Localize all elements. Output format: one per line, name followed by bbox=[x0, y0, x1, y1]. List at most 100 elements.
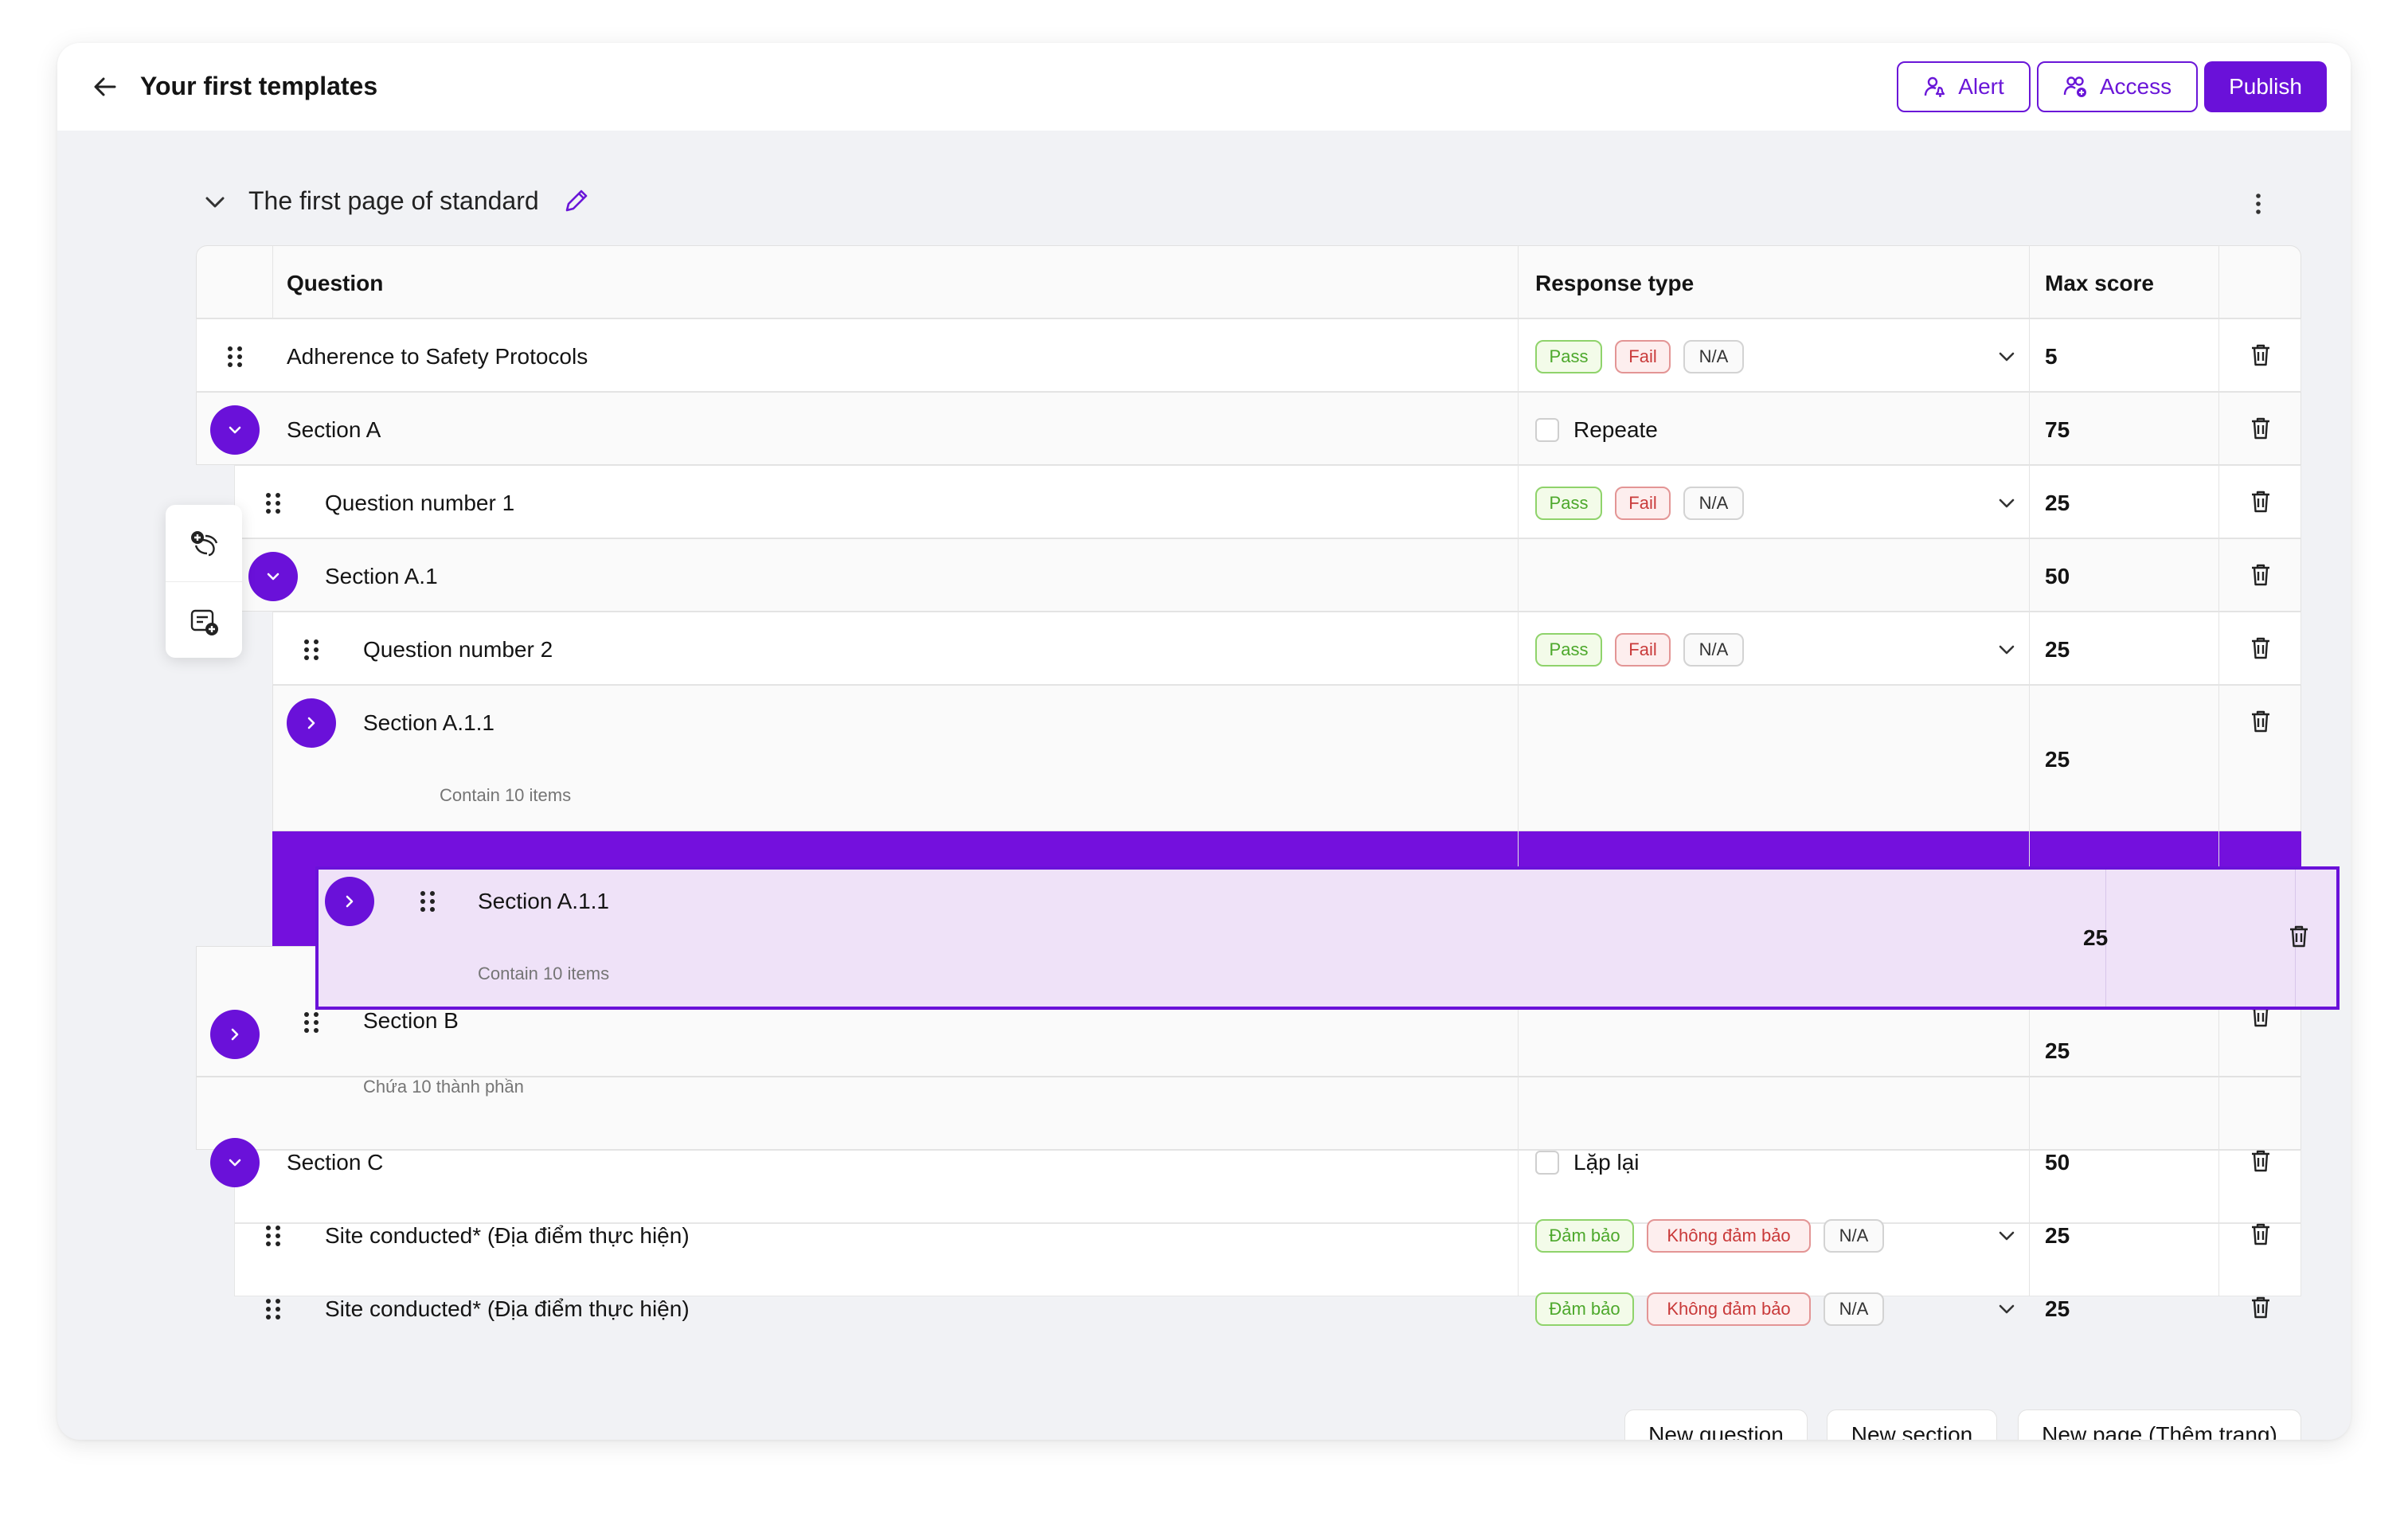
question-label[interactable]: Site conducted* (Địa điểm thực hiện) bbox=[325, 1296, 690, 1322]
drag-handle-icon[interactable] bbox=[263, 1296, 283, 1322]
chevron-down-icon[interactable] bbox=[199, 186, 231, 218]
alert-label: Alert bbox=[1958, 74, 2004, 99]
tag-fail: Không đảm bảo bbox=[1647, 1219, 1811, 1253]
chevron-down-icon[interactable] bbox=[1996, 492, 2018, 514]
column-divider bbox=[1518, 245, 1519, 1296]
max-score[interactable]: 50 bbox=[2045, 564, 2070, 589]
question-label[interactable]: Adherence to Safety Protocols bbox=[287, 344, 588, 369]
section-label[interactable]: Section A bbox=[287, 417, 381, 443]
trash-icon[interactable] bbox=[2249, 562, 2273, 588]
drag-handle-icon[interactable] bbox=[301, 637, 322, 663]
trash-icon[interactable] bbox=[2249, 1148, 2273, 1174]
drag-handle-icon[interactable] bbox=[301, 1010, 322, 1035]
chevron-right-icon bbox=[307, 717, 315, 729]
trash-icon[interactable] bbox=[2249, 489, 2273, 514]
access-button[interactable]: Access bbox=[2037, 61, 2198, 112]
new-page-button[interactable]: New page (Thêm trang) bbox=[2018, 1409, 2301, 1440]
column-divider bbox=[2218, 245, 2219, 1296]
section-collapse-button[interactable] bbox=[210, 1138, 260, 1187]
column-divider bbox=[2029, 245, 2030, 1296]
question-label[interactable]: Question number 2 bbox=[363, 637, 553, 663]
chevron-down-icon bbox=[229, 426, 241, 434]
max-score[interactable]: 25 bbox=[2045, 1296, 2070, 1322]
max-score[interactable]: 25 bbox=[2045, 637, 2070, 663]
repeat-label: Lặp lại bbox=[1573, 1150, 1640, 1175]
table-row bbox=[234, 465, 2301, 538]
trash-icon[interactable] bbox=[2249, 1295, 2273, 1320]
max-score[interactable]: 25 bbox=[2045, 1223, 2070, 1249]
tag-pass: Pass bbox=[1535, 633, 1602, 667]
section-collapse-button[interactable] bbox=[248, 552, 298, 601]
section-label[interactable]: Section A.1 bbox=[325, 564, 438, 589]
section-item-count: Contain 10 items bbox=[478, 964, 610, 983]
publish-button[interactable]: Publish bbox=[2204, 61, 2327, 112]
max-score[interactable]: 25 bbox=[2045, 1038, 2070, 1064]
section-row bbox=[234, 538, 2301, 612]
section-label[interactable]: Section C bbox=[287, 1150, 383, 1175]
question-label[interactable]: Site conducted* (Địa điểm thực hiện) bbox=[325, 1223, 690, 1249]
side-toolbar bbox=[166, 505, 242, 658]
tag-pass: Đảm bảo bbox=[1535, 1219, 1634, 1253]
trash-icon[interactable] bbox=[2249, 1222, 2273, 1247]
add-section-icon[interactable] bbox=[190, 607, 220, 637]
tag-na: N/A bbox=[1683, 487, 1744, 520]
tag-na: N/A bbox=[1683, 340, 1744, 373]
repeat-label: Repeate bbox=[1573, 417, 1658, 442]
trash-icon[interactable] bbox=[2287, 924, 2311, 949]
max-score[interactable]: 25 bbox=[2045, 747, 2070, 772]
section-label[interactable]: Section B bbox=[363, 1008, 459, 1034]
new-section-button[interactable]: New section bbox=[1827, 1409, 1997, 1440]
section-row bbox=[272, 685, 2301, 831]
tag-fail: Không đảm bảo bbox=[1647, 1292, 1811, 1326]
section-label: Section A.1.1 bbox=[478, 889, 610, 913]
tag-pass: Đảm bảo bbox=[1535, 1292, 1634, 1326]
max-score[interactable]: 25 bbox=[2045, 491, 2070, 516]
top-bar: Your first templates Alert Access Publis… bbox=[57, 43, 2351, 131]
add-question-icon[interactable] bbox=[188, 529, 220, 559]
section-item-count: Contain 10 items bbox=[440, 785, 572, 805]
tag-fail: Fail bbox=[1615, 340, 1671, 373]
alert-button[interactable]: Alert bbox=[1897, 61, 2031, 112]
section-expand-button[interactable] bbox=[210, 1010, 260, 1059]
chevron-down-icon[interactable] bbox=[1996, 639, 2018, 661]
back-arrow-icon[interactable] bbox=[89, 71, 121, 103]
column-header-response-type: Response type bbox=[1535, 271, 1695, 295]
trash-icon[interactable] bbox=[2249, 342, 2273, 368]
drag-handle-icon[interactable] bbox=[225, 344, 245, 369]
access-label: Access bbox=[2099, 74, 2172, 99]
question-label[interactable]: Question number 1 bbox=[325, 491, 514, 516]
drag-handle-icon[interactable] bbox=[417, 889, 438, 914]
max-score[interactable]: 50 bbox=[2045, 1150, 2070, 1175]
trash-icon[interactable] bbox=[2249, 709, 2273, 734]
chevron-down-icon[interactable] bbox=[1996, 346, 2018, 368]
tag-fail: Fail bbox=[1615, 633, 1671, 667]
trash-icon[interactable] bbox=[2249, 416, 2273, 441]
trash-icon[interactable] bbox=[2249, 635, 2273, 661]
section-row bbox=[196, 392, 2301, 465]
kebab-icon[interactable] bbox=[2250, 190, 2266, 218]
drag-preview-row[interactable] bbox=[315, 866, 2340, 1010]
section-collapse-button[interactable] bbox=[210, 405, 260, 455]
drag-handle-icon[interactable] bbox=[263, 491, 283, 516]
max-score[interactable]: 75 bbox=[2045, 417, 2070, 443]
new-question-button[interactable]: New question bbox=[1624, 1409, 1808, 1440]
repeat-checkbox[interactable] bbox=[1535, 418, 1559, 442]
tag-fail: Fail bbox=[1615, 487, 1671, 520]
chevron-right-icon bbox=[231, 1028, 239, 1041]
drag-handle-icon[interactable] bbox=[263, 1223, 283, 1249]
section-expand-button[interactable] bbox=[287, 698, 336, 748]
tag-pass: Pass bbox=[1535, 487, 1602, 520]
section-item-count: Chứa 10 thành phần bbox=[363, 1077, 524, 1097]
section-expand-button[interactable] bbox=[325, 877, 374, 926]
column-divider bbox=[272, 245, 273, 319]
chevron-down-icon[interactable] bbox=[1996, 1225, 2018, 1247]
chevron-down-icon[interactable] bbox=[1996, 1298, 2018, 1320]
divider bbox=[166, 581, 242, 582]
chevron-right-icon bbox=[346, 895, 354, 908]
repeat-checkbox[interactable] bbox=[1535, 1151, 1559, 1175]
column-header-max-score: Max score bbox=[2045, 271, 2154, 295]
pencil-icon[interactable] bbox=[561, 185, 592, 217]
section-label[interactable]: Section A.1.1 bbox=[363, 710, 494, 736]
max-score[interactable]: 5 bbox=[2045, 344, 2058, 369]
template-editor-card: Your first templates Alert Access Publis… bbox=[57, 43, 2351, 1440]
